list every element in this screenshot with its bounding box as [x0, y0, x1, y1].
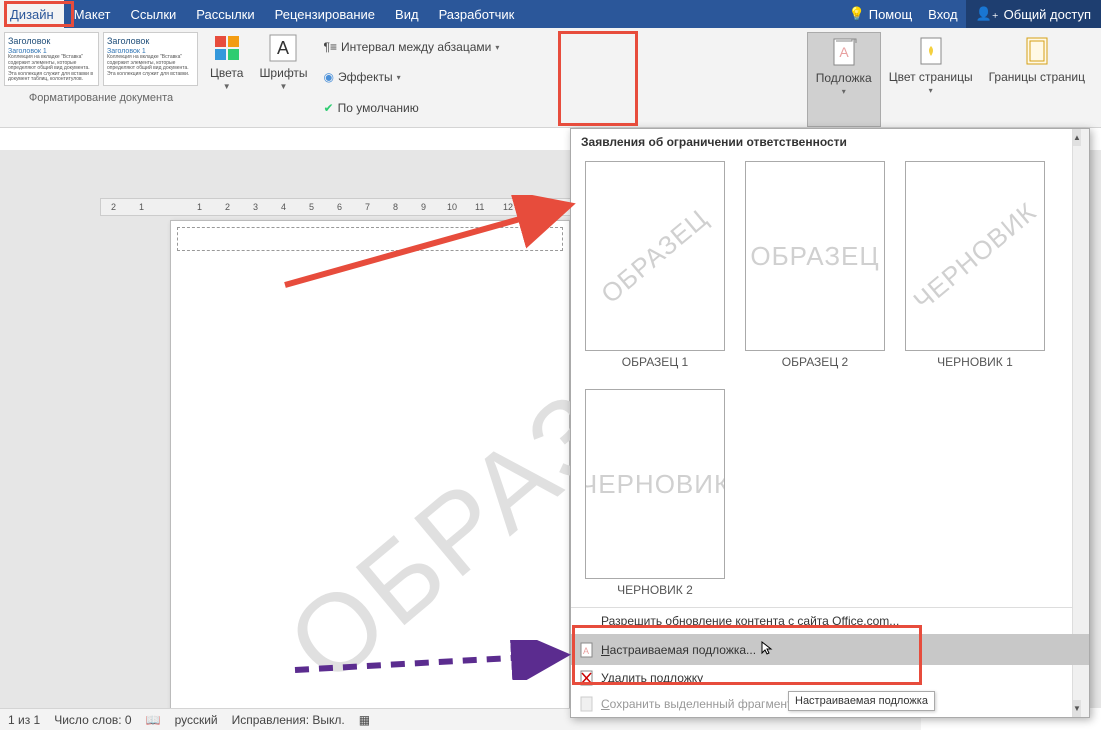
effects-button[interactable]: ◉ Эффекты ▾: [320, 68, 504, 86]
tab-layout[interactable]: Макет: [64, 0, 121, 28]
fonts-icon: A: [267, 32, 299, 64]
effects-icon: ◉: [324, 70, 334, 84]
page-color-icon: [915, 36, 947, 68]
cursor-icon: [760, 640, 774, 659]
style-thumb-2[interactable]: Заголовок Заголовок 1 Коллекция на вклад…: [103, 32, 198, 86]
page-borders-icon: [1021, 36, 1053, 68]
menu-remove-watermark[interactable]: Удалить подложку: [571, 665, 1089, 691]
tell-me[interactable]: 💡 Помощ: [841, 6, 921, 22]
share-button[interactable]: 👤₊ Общий доступ: [966, 0, 1101, 28]
chevron-down-icon: ▾: [842, 87, 846, 96]
watermark-file-icon: A: [579, 642, 595, 658]
status-language[interactable]: русский: [175, 713, 218, 727]
ribbon-tabs: Дизайн Макет Ссылки Рассылки Рецензирова…: [0, 0, 1101, 28]
sign-in[interactable]: Вход: [920, 7, 965, 22]
watermark-option-draft2[interactable]: ЧЕРНОВИК ЧЕРНОВИК 2: [585, 389, 725, 597]
page-borders-button[interactable]: Границы страниц: [981, 32, 1093, 127]
share-label: Общий доступ: [1004, 7, 1091, 22]
chevron-down-icon: ▼: [280, 82, 288, 91]
tab-design[interactable]: Дизайн: [0, 0, 64, 28]
colors-icon: [211, 32, 243, 64]
purple-arrow-annotation: [290, 640, 580, 680]
scroll-up-button[interactable]: ▲: [1073, 129, 1081, 146]
status-track-changes[interactable]: Исправления: Выкл.: [232, 713, 345, 727]
watermark-button[interactable]: A Подложка ▾: [807, 32, 881, 127]
chevron-down-icon: ▾: [495, 43, 499, 52]
tooltip-custom-watermark: Настраиваемая подложка: [788, 691, 935, 711]
watermark-dropdown: ▲ ▼ Заявления об ограничении ответственн…: [570, 128, 1090, 718]
tab-mailings[interactable]: Рассылки: [186, 0, 264, 28]
watermark-option-sample1[interactable]: ОБРАЗЕЦ ОБРАЗЕЦ 1: [585, 161, 725, 369]
set-default-button[interactable]: ✔ По умолчанию: [320, 99, 504, 117]
tab-review[interactable]: Рецензирование: [265, 0, 385, 28]
dropdown-section-header: Заявления об ограничении ответственности: [571, 129, 1089, 155]
macro-icon[interactable]: ▦: [359, 713, 370, 727]
spelling-icon[interactable]: 📖: [146, 713, 161, 727]
save-selection-icon: [579, 696, 595, 712]
watermark-icon: A: [828, 37, 860, 69]
watermark-option-draft1[interactable]: ЧЕРНОВИК ЧЕРНОВИК 1: [905, 161, 1045, 369]
fonts-button[interactable]: A Шрифты ▼: [251, 28, 315, 127]
remove-watermark-icon: [579, 670, 595, 686]
chevron-down-icon: ▾: [397, 73, 401, 82]
status-page[interactable]: 1 из 1: [8, 713, 40, 727]
red-arrow-annotation: [280, 195, 590, 295]
ribbon-content: Заголовок Заголовок 1 Коллекция на вклад…: [0, 28, 1101, 128]
colors-button[interactable]: Цвета ▼: [202, 28, 251, 127]
menu-more-office[interactable]: Разрешить обновление контента с сайта Of…: [571, 608, 1089, 634]
chevron-down-icon: ▾: [929, 86, 933, 95]
share-icon: 👤₊: [976, 6, 999, 22]
watermark-option-sample2[interactable]: ОБРАЗЕЦ ОБРАЗЕЦ 2: [745, 161, 885, 369]
check-icon: ✔: [324, 101, 334, 115]
document-formatting-gallery[interactable]: Заголовок Заголовок 1 Коллекция на вклад…: [0, 28, 202, 90]
page-color-button[interactable]: Цвет страницы ▾: [881, 32, 981, 127]
status-words[interactable]: Число слов: 0: [54, 713, 131, 727]
paragraph-spacing-button[interactable]: ¶≡ Интервал между абзацами ▾: [320, 38, 504, 56]
tell-me-label: Помощ: [869, 7, 912, 22]
style-thumb-1[interactable]: Заголовок Заголовок 1 Коллекция на вклад…: [4, 32, 99, 86]
svg-text:A: A: [583, 646, 589, 656]
tab-view[interactable]: Вид: [385, 0, 429, 28]
paragraph-spacing-icon: ¶≡: [324, 40, 337, 54]
tab-references[interactable]: Ссылки: [121, 0, 187, 28]
tab-developer[interactable]: Разработчик: [429, 0, 525, 28]
lightbulb-icon: 💡: [849, 6, 865, 22]
chevron-down-icon: ▼: [223, 82, 231, 91]
svg-text:A: A: [277, 38, 289, 58]
svg-text:A: A: [839, 44, 849, 60]
formatting-group-label: Форматирование документа: [0, 90, 202, 106]
menu-custom-watermark[interactable]: A Настраиваемая подложка...: [571, 634, 1089, 665]
